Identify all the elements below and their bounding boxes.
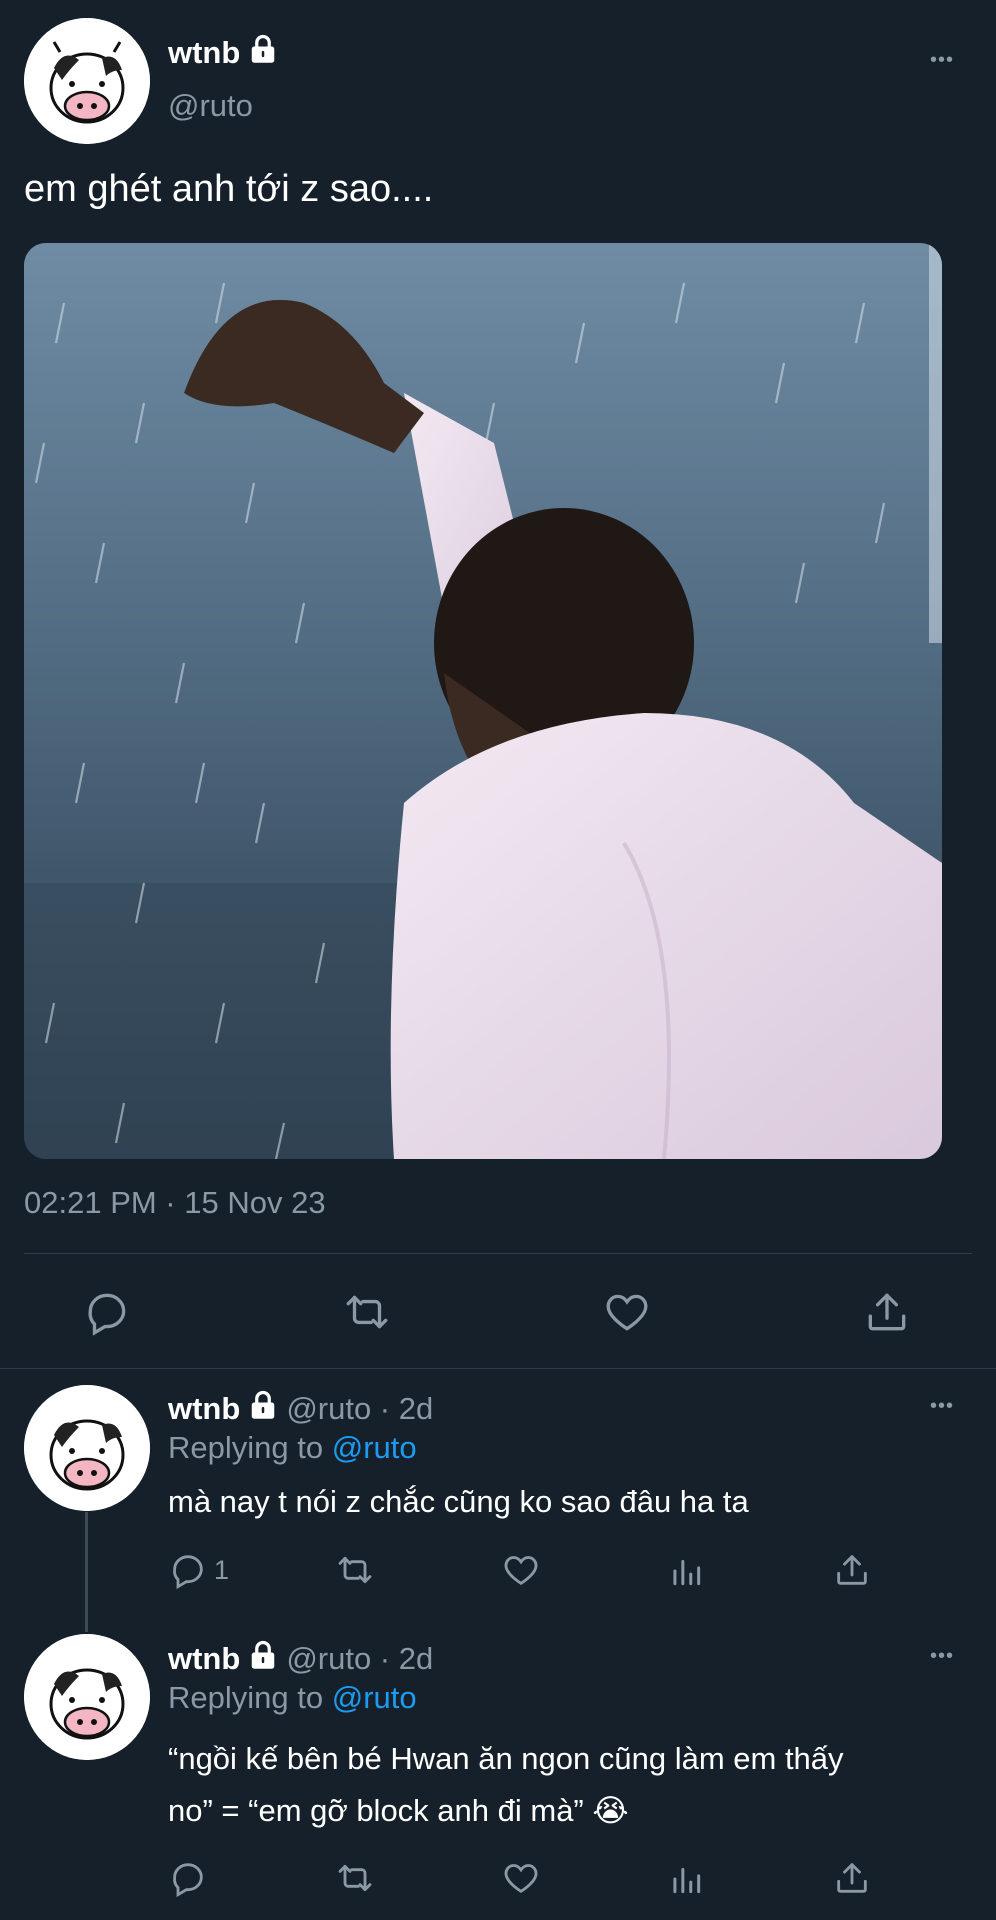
display-name-text: wtnb (168, 35, 241, 70)
share-button[interactable] (862, 1287, 912, 1337)
share-button[interactable] (832, 1858, 872, 1898)
handle[interactable]: @ruto (168, 88, 253, 124)
divider (0, 1368, 996, 1369)
display-name[interactable]: wtnb (168, 1391, 240, 1427)
share-button[interactable] (832, 1550, 872, 1590)
replying-to: Replying to @ruto (168, 1430, 417, 1466)
retweet-icon (346, 1295, 388, 1329)
retweet-button[interactable] (340, 1287, 394, 1337)
share-icon (868, 1293, 906, 1331)
reply-icon (88, 1293, 126, 1336)
reply-text-line: “ngồi kế bên bé Hwan ăn ngon cũng làm em… (168, 1741, 844, 1776)
more-options-icon[interactable]: ••• (930, 1646, 954, 1666)
analytics-button[interactable] (667, 1552, 705, 1590)
retweet-icon (338, 1556, 372, 1584)
display-name[interactable]: wtnb (168, 1641, 240, 1677)
analytics-icon (673, 1867, 701, 1894)
reply-button[interactable]: 1 (168, 1550, 229, 1590)
reply-count: 1 (214, 1554, 230, 1585)
handle-time[interactable]: @ruto · 2d (286, 1641, 433, 1677)
retweet-button[interactable] (334, 1858, 376, 1898)
reply-text: mà nay t nói z chắc cũng ko sao đâu ha t… (168, 1484, 749, 1519)
like-button[interactable] (602, 1287, 652, 1337)
like-icon (504, 1556, 538, 1585)
reply-icon (173, 1555, 203, 1590)
tweet-text: em ghét anh tới z sao.... (24, 168, 434, 210)
analytics-button[interactable] (667, 1860, 705, 1898)
replying-prefix: Replying to (168, 1430, 324, 1465)
reply-icon (173, 1863, 203, 1898)
tweet-photo[interactable] (24, 243, 942, 1159)
display-name[interactable]: wtnb (168, 34, 278, 72)
avatar[interactable] (24, 1634, 150, 1760)
reply-button[interactable] (82, 1287, 132, 1337)
like-button[interactable] (501, 1550, 541, 1590)
share-icon (837, 1863, 867, 1893)
like-icon (606, 1294, 648, 1331)
reply-header: wtnb @ruto · 2d (168, 1390, 433, 1428)
reply-text-line: no” = “em gỡ block anh đi mà” 😭 (168, 1793, 629, 1828)
replying-to-link[interactable]: @ruto (332, 1430, 417, 1465)
like-icon (504, 1864, 538, 1893)
avatar[interactable] (24, 1385, 150, 1511)
lock-icon (248, 34, 278, 72)
more-options-icon[interactable]: ••• (930, 1396, 954, 1416)
lock-icon (248, 1390, 278, 1428)
reply-button[interactable] (168, 1858, 208, 1898)
replying-prefix: Replying to (168, 1680, 324, 1715)
lock-icon (248, 1640, 278, 1678)
replying-to-link[interactable]: @ruto (332, 1680, 417, 1715)
tweet-timestamp: 02:21 PM · 15 Nov 23 (24, 1185, 326, 1220)
share-icon (837, 1555, 867, 1585)
like-button[interactable] (501, 1858, 541, 1898)
analytics-icon (673, 1559, 701, 1586)
avatar[interactable] (24, 18, 150, 144)
retweet-button[interactable] (334, 1550, 376, 1590)
reply-header: wtnb @ruto · 2d (168, 1640, 433, 1678)
divider (24, 1253, 972, 1254)
more-options-icon[interactable]: ••• (930, 50, 954, 70)
thread-line (85, 1512, 88, 1632)
handle-time[interactable]: @ruto · 2d (286, 1391, 433, 1427)
retweet-icon (338, 1864, 372, 1892)
reply-text: “ngồi kế bên bé Hwan ăn ngon cũng làm em… (168, 1733, 968, 1837)
replying-to: Replying to @ruto (168, 1680, 417, 1716)
